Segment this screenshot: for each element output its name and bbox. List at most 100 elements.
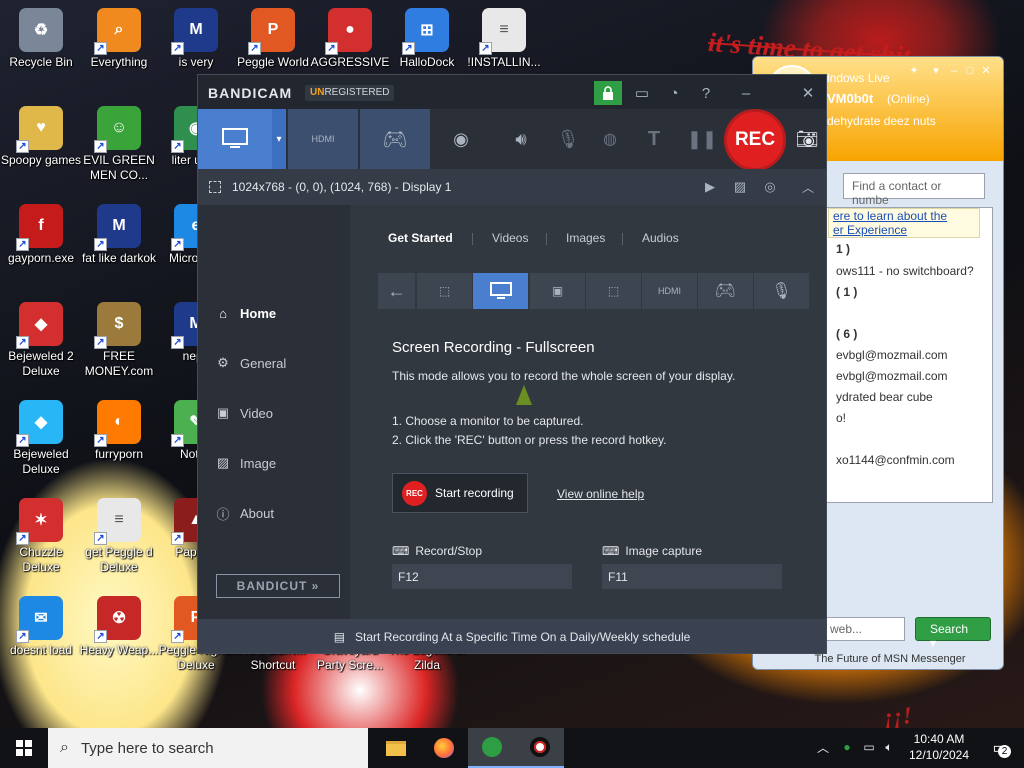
tab-audios[interactable]: Audios <box>642 231 679 245</box>
webcam-icon[interactable]: ◉ <box>436 109 486 169</box>
close-button[interactable]: ✕ <box>796 81 820 105</box>
clock-icon[interactable]: ◔ <box>662 81 686 105</box>
app-glyph-icon: ≡ <box>114 511 124 528</box>
msn-tray-icon[interactable]: ● <box>838 738 856 756</box>
msn-display-name[interactable]: VM0b0t <box>827 91 873 106</box>
image-icon[interactable]: ▨ <box>728 175 752 199</box>
show-hidden-icons-chevron-icon[interactable]: ︿ <box>814 738 832 756</box>
list-item[interactable]: 1 ) <box>836 242 850 256</box>
audio-only-icon[interactable]: 🎙︎ <box>754 273 809 309</box>
schedule-footer[interactable]: ▤ Start Recording At a Specific Time On … <box>198 619 826 653</box>
speaker-icon[interactable]: 🔊︎ <box>498 109 544 169</box>
msn-dropdown-icon[interactable]: ▾ <box>929 65 943 77</box>
mode-dropdown-button[interactable]: ▾ <box>272 109 286 169</box>
minimize-button[interactable]: – <box>734 81 758 105</box>
rectangle-area-icon[interactable]: ⬚ <box>417 273 472 309</box>
desktop-icon[interactable]: ≡ ↗ get Peggle d Deluxe <box>78 494 160 588</box>
msn-info-line-1[interactable]: ere to learn about the <box>833 209 975 223</box>
desktop-app-icon: ☺ ↗ <box>94 106 141 153</box>
msn-minimize-button[interactable]: – <box>947 65 961 77</box>
tab-get-started[interactable]: Get Started <box>388 231 453 245</box>
desktop-icon[interactable]: ◐ ↗ furryporn <box>78 396 160 490</box>
msn-close-button[interactable]: ✕ <box>979 65 993 77</box>
collapse-chevron-icon[interactable]: ︿ <box>796 175 820 199</box>
help-icon[interactable]: ? <box>694 81 718 105</box>
msn-info-line-2[interactable]: er Experience <box>833 223 975 237</box>
start-button[interactable] <box>0 728 48 768</box>
list-item[interactable]: ydrated bear cube <box>836 390 933 404</box>
mouse-cursor-icon[interactable]: ◍ <box>590 109 630 169</box>
microphone-icon[interactable]: 🎙︎ <box>548 109 588 169</box>
sidebar-item-general[interactable]: ⚙ General <box>198 343 350 383</box>
desktop-icon[interactable]: ♻ Recycle Bin <box>0 4 82 98</box>
list-item[interactable]: evbgl@mozmail.com <box>836 348 948 362</box>
desktop-icon[interactable]: ◆ ↗ Bejeweled Deluxe <box>0 396 82 490</box>
list-item[interactable]: xo1144@confmin.com <box>836 453 955 467</box>
list-item[interactable]: ows111 - no switchboard? <box>836 264 974 278</box>
start-recording-button[interactable]: REC Start recording <box>392 473 528 513</box>
desktop-icon[interactable]: ◆ ↗ Bejeweled 2 Deluxe <box>0 298 82 392</box>
desktop-icon[interactable]: ⌕ ↗ Everything <box>78 4 160 98</box>
list-item[interactable]: ( 1 ) <box>836 285 857 299</box>
sidebar-item-about[interactable]: ⓘ About <box>198 493 350 533</box>
screen-select-icon[interactable] <box>209 181 221 193</box>
image-capture-hotkey-field[interactable]: F11 <box>602 564 782 589</box>
video-record-icon[interactable]: ▶ <box>698 175 722 199</box>
desktop-icon[interactable]: ✉ ↗ doesnt load <box>0 592 82 686</box>
unregistered-badge[interactable]: UNREGISTERED <box>305 85 395 101</box>
fullscreen-mode-icon[interactable] <box>473 273 528 309</box>
bandicut-button[interactable]: BANDICUT » <box>216 574 340 598</box>
hdmi-mode-icon[interactable]: HDMI <box>642 273 697 309</box>
msn-status[interactable]: (Online) <box>887 92 930 106</box>
record-stop-hotkey-field[interactable]: F12 <box>392 564 572 589</box>
notification-center-button[interactable]: ▭ 2 <box>986 734 1014 762</box>
back-arrow-icon[interactable]: ← <box>378 273 415 309</box>
bandicam-window[interactable]: BANDICAM UNREGISTERED ▭ ◔ ? – ✕ ▾ HDMI 🎮… <box>197 74 827 654</box>
bandicam-taskbar-icon[interactable] <box>516 728 564 768</box>
pause-icon[interactable]: ❚❚ <box>684 109 720 169</box>
game-controller-icon[interactable]: 🎮︎ <box>360 109 430 169</box>
taskbar-clock[interactable]: 10:40 AM 12/10/2024 <box>896 731 982 763</box>
sidebar-item-image[interactable]: ▨ Image <box>198 443 350 483</box>
around-mouse-icon[interactable]: ⬚ <box>586 273 641 309</box>
desktop-icon[interactable]: f ↗ gayporn.exe <box>0 200 82 294</box>
msn-personal-message[interactable]: dehydrate deez nuts <box>827 114 936 128</box>
broadcast-icon[interactable]: ◎ <box>758 175 782 199</box>
text-overlay-icon[interactable]: T <box>634 109 674 169</box>
rec-button[interactable]: REC <box>724 109 786 171</box>
msn-search-button[interactable]: Search ▾ <box>915 617 991 650</box>
msn-messenger-taskbar-icon[interactable] <box>468 728 516 768</box>
taskbar-search-box[interactable]: ⌕ Type here to search <box>48 728 368 768</box>
game-mode-icon[interactable]: 🎮︎ <box>698 273 753 309</box>
desktop-icon[interactable]: ✶ ↗ Chuzzle Deluxe <box>0 494 82 588</box>
desktop-app-icon: ◆ ↗ <box>16 400 63 447</box>
desktop-icon[interactable]: $ ↗ FREE MONEY.com <box>78 298 160 392</box>
list-item[interactable]: evbgl@mozmail.com <box>836 369 948 383</box>
file-explorer-icon[interactable] <box>372 728 420 768</box>
list-item[interactable]: o! <box>836 411 846 425</box>
msn-maximize-button[interactable]: □ <box>963 65 977 77</box>
desktop-icon[interactable]: ☢ ↗ Heavy Weap... <box>78 592 160 686</box>
window-lock-icon[interactable]: ▣ <box>530 273 585 309</box>
list-item[interactable]: ( 6 ) <box>836 327 857 341</box>
camera-icon[interactable]: 📷︎ <box>790 109 824 169</box>
desktop-icon[interactable]: M ↗ fat like darkok <box>78 200 160 294</box>
lock-icon[interactable] <box>594 81 622 105</box>
view-online-help-link[interactable]: View online help <box>557 487 644 501</box>
desktop-icon[interactable]: ☺ ↗ EVIL GREEN MEN CO... <box>78 102 160 196</box>
msn-info-banner[interactable]: ere to learn about the er Experience <box>828 208 980 238</box>
sidebar-item-video[interactable]: ▣ Video <box>198 393 350 433</box>
cursor-tree-icon <box>516 385 532 405</box>
sidebar-item-home[interactable]: ⌂ Home <box>198 293 350 333</box>
tab-images[interactable]: Images <box>566 231 605 245</box>
tab-videos[interactable]: Videos <box>492 231 528 245</box>
firefox-icon[interactable] <box>420 728 468 768</box>
msn-search-button-label: Search <box>930 622 969 636</box>
msn-tray-icon[interactable]: ✦ <box>907 65 921 77</box>
desktop-icon[interactable]: ♥ ↗ Spoopy games <box>0 102 82 196</box>
msn-contact-search-input[interactable]: Find a contact or numbe <box>843 173 985 207</box>
network-icon[interactable]: ▭ <box>860 738 878 756</box>
hdmi-device-icon[interactable]: HDMI <box>288 109 358 169</box>
mode-fullscreen-button[interactable] <box>198 109 272 169</box>
folder-icon[interactable]: ▭ <box>630 81 654 105</box>
